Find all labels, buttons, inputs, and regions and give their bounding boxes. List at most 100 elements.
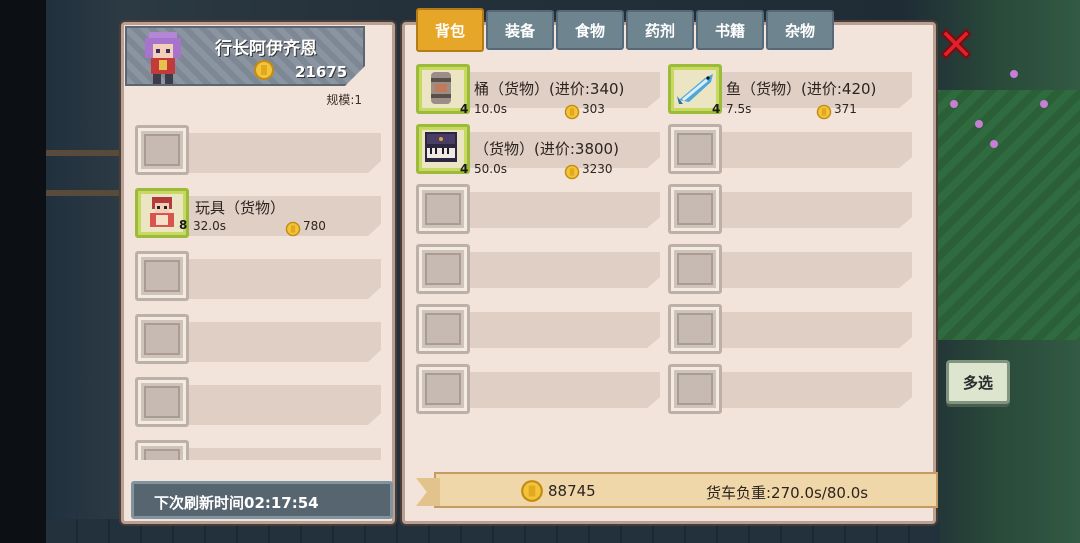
tab-potions[interactable]: 药剂: [626, 10, 694, 50]
background-flower: [990, 140, 998, 148]
item-name: 桶（货物）(进价:340): [474, 80, 625, 98]
card-corner-decoration: [345, 66, 365, 86]
empty-slot-inner: [677, 253, 713, 285]
item-slot-box[interactable]: [416, 304, 470, 354]
inventory-slot[interactable]: [416, 184, 664, 238]
merchant-slot[interactable]: [135, 125, 385, 188]
slot-bar: [698, 192, 912, 228]
gold-coin-icon: [564, 104, 580, 124]
item-slot-box[interactable]: [416, 364, 470, 414]
gold-coin-icon: [564, 164, 580, 184]
slot-bar: [165, 322, 381, 362]
tab-equipment[interactable]: 装备: [486, 10, 554, 50]
merchant-panel: 行长阿伊齐恩 21675 规模:1 8 玩具（货物） 32.0s 780 下次刷新时间…: [121, 22, 395, 524]
item-weight: 32.0s: [193, 219, 226, 233]
background-shelf: [46, 190, 126, 196]
slot-bar: [165, 448, 381, 460]
multi-select-button[interactable]: 多选: [946, 360, 1010, 404]
merchant-slot[interactable]: [135, 377, 385, 440]
slot-bar: [698, 312, 912, 348]
close-button[interactable]: [938, 26, 974, 62]
item-price: 371: [834, 102, 857, 116]
background-flower: [1010, 70, 1018, 78]
background-flower: [1040, 100, 1048, 108]
refresh-timer-bar: 下次刷新时间02:17:54: [131, 481, 393, 519]
background-flower: [950, 100, 958, 108]
inventory-slot[interactable]: [416, 244, 664, 298]
slot-bar: [698, 372, 912, 408]
close-icon: [940, 28, 972, 60]
item-count: 4: [460, 102, 469, 116]
empty-slot-inner: [677, 133, 713, 165]
item-slot-box[interactable]: [668, 304, 722, 354]
item-name: 鱼（货物）(进价:420): [726, 80, 877, 98]
item-slot-box[interactable]: [668, 364, 722, 414]
item-weight: 7.5s: [726, 102, 752, 116]
item-slot-box[interactable]: [668, 244, 722, 294]
item-price: 303: [582, 102, 605, 116]
empty-slot-inner: [144, 260, 180, 292]
empty-slot-inner: [677, 373, 713, 405]
empty-slot-inner: [425, 193, 461, 225]
item-slot-box[interactable]: [668, 184, 722, 234]
tab-misc[interactable]: 杂物: [766, 10, 834, 50]
item-slot-box[interactable]: [135, 314, 189, 364]
item-slot-box[interactable]: [416, 184, 470, 234]
slot-bar: [698, 132, 912, 168]
inventory-slot[interactable]: [416, 364, 664, 418]
merchant-slot[interactable]: [135, 440, 385, 460]
gold-coin-icon: [521, 480, 543, 502]
merchant-slot[interactable]: [135, 314, 385, 377]
tab-food[interactable]: 食物: [556, 10, 624, 50]
tab-backpack[interactable]: 背包: [416, 8, 484, 52]
background-flower: [975, 120, 983, 128]
category-tabs: 背包 装备 食物 药剂 书籍 杂物: [416, 8, 834, 54]
toy-doll-icon: [144, 195, 180, 235]
empty-slot-inner: [144, 449, 180, 460]
player-gold-amount: 88745: [548, 482, 596, 500]
cart-load-text: 货车负重:270.0s/80.0s: [706, 484, 869, 502]
merchant-gold-amount: 21675: [295, 63, 348, 81]
item-name: 玩具（货物）: [195, 199, 286, 217]
merchant-item-list[interactable]: 8 玩具（货物） 32.0s 780: [135, 125, 385, 460]
item-weight: 10.0s: [474, 102, 507, 116]
slot-bar: [698, 252, 912, 288]
refresh-timer-text: 下次刷新时间02:17:54: [154, 494, 319, 512]
background-wall: [0, 0, 46, 543]
background-shelf: [46, 150, 126, 156]
item-count: 8: [179, 218, 188, 232]
item-slot-box[interactable]: [135, 440, 189, 460]
gold-coin-icon: [254, 60, 274, 80]
merchant-scale-label: 规模:1: [326, 93, 362, 107]
merchant-slot[interactable]: 8 玩具（货物） 32.0s 780: [135, 188, 385, 251]
inventory-slot[interactable]: [416, 304, 664, 358]
slot-bar: [165, 259, 381, 299]
inventory-slot[interactable]: [668, 184, 916, 238]
slot-bar: [165, 385, 381, 425]
item-slot-box[interactable]: [135, 251, 189, 301]
empty-slot-inner: [425, 373, 461, 405]
slot-bar: [446, 312, 660, 348]
inventory-slot[interactable]: [668, 124, 916, 178]
inventory-slot[interactable]: [668, 304, 916, 358]
inventory-slot[interactable]: 鱼（货物）(进价:420) 4 7.5s 371: [668, 64, 916, 120]
slot-bar: [446, 372, 660, 408]
inventory-slot[interactable]: [668, 364, 916, 418]
item-slot-box[interactable]: [416, 244, 470, 294]
empty-slot-inner: [144, 323, 180, 355]
inventory-slot[interactable]: 桶（货物）(进价:340) 4 10.0s 303: [416, 64, 664, 120]
empty-slot-inner: [425, 313, 461, 345]
empty-slot-inner: [677, 193, 713, 225]
tab-books[interactable]: 书籍: [696, 10, 764, 50]
merchant-name: 行长阿伊齐恩: [215, 39, 317, 59]
merchant-card: 行长阿伊齐恩 21675: [125, 26, 365, 86]
item-slot-box[interactable]: [135, 377, 189, 427]
item-weight: 50.0s: [474, 162, 507, 176]
empty-slot-inner: [144, 386, 180, 418]
inventory-slot[interactable]: （货物）(进价:3800) 4 50.0s 3230: [416, 124, 664, 180]
inventory-slot[interactable]: [668, 244, 916, 298]
merchant-slot[interactable]: [135, 251, 385, 314]
piano-icon: [423, 130, 459, 170]
item-slot-box[interactable]: [668, 124, 722, 174]
item-slot-box[interactable]: [135, 125, 189, 175]
